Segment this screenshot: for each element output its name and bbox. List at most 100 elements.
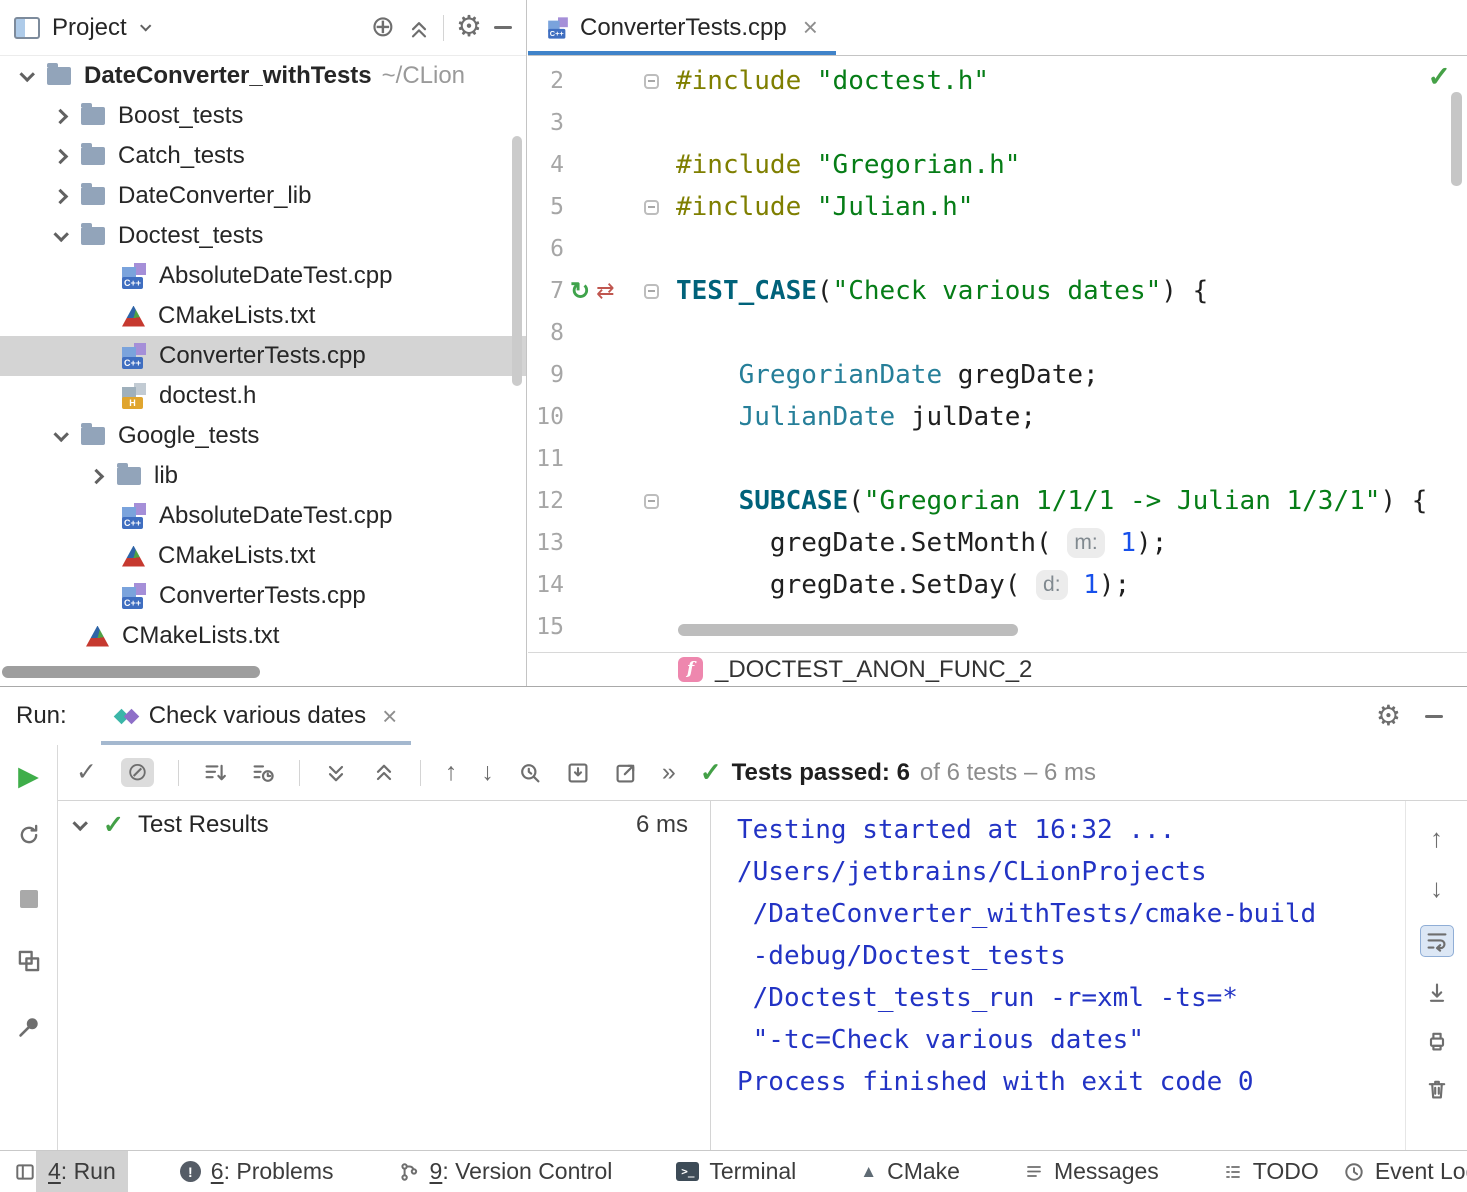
test-results-root-row[interactable]: ✓ Test Results 6 ms — [58, 801, 710, 849]
code-area[interactable]: 2 #include "doctest.h" 3 4 #include "Gre… — [528, 56, 1467, 652]
tree-item-cmakelists[interactable]: CMakeLists.txt — [0, 296, 526, 336]
editor-tab-convertertests[interactable]: C++ ConverterTests.cpp × — [528, 0, 836, 55]
test-console-output[interactable]: Testing started at 16:32 ... /Users/jetb… — [710, 801, 1406, 1150]
chevron-right-icon[interactable] — [53, 188, 69, 204]
tree-item-root-cmakelists[interactable]: CMakeLists.txt — [0, 616, 526, 656]
close-icon[interactable]: × — [803, 12, 818, 43]
console-line: /DateConverter_withTests/cmake-build — [737, 893, 1405, 935]
collapse-all-button[interactable] — [372, 761, 396, 785]
stop-button[interactable] — [20, 890, 38, 908]
import-test-results-button[interactable] — [566, 761, 590, 785]
chevron-down-icon[interactable] — [72, 815, 88, 831]
hide-panel-button[interactable] — [494, 26, 512, 29]
statusbar-run-tab[interactable]: 4: Run — [36, 1151, 128, 1192]
fold-marker-icon[interactable] — [644, 200, 659, 215]
tree-item-google-absolutedatetest-cpp[interactable]: C++ AbsoluteDateTest.cpp — [0, 496, 526, 536]
statusbar-terminal-tab[interactable]: >_ Terminal — [664, 1151, 808, 1192]
print-button[interactable] — [1425, 1029, 1449, 1053]
ide-window: Project ⊕ ⚙ DateConverter_withTests ~/CL… — [0, 0, 1467, 1192]
test-history-button[interactable] — [518, 761, 542, 785]
editor-vertical-scrollbar[interactable] — [1451, 92, 1462, 186]
tree-item-google-tests[interactable]: Google_tests — [0, 416, 526, 456]
rerun-button[interactable]: ▶ — [18, 761, 39, 792]
sort-by-duration-button[interactable] — [251, 761, 275, 785]
hide-panel-button[interactable] — [1425, 715, 1443, 718]
sort-alphabetically-button[interactable] — [203, 761, 227, 785]
settings-gear-button[interactable]: ⚙ — [456, 13, 482, 42]
toolwindow-switcher-icon[interactable] — [14, 1161, 36, 1183]
project-vertical-scrollbar[interactable] — [512, 136, 522, 386]
tree-item-root[interactable]: DateConverter_withTests ~/CLion — [0, 56, 526, 96]
project-panel-title[interactable]: Project — [52, 14, 127, 42]
code-line[interactable]: 4 #include "Gregorian.h" — [528, 144, 1467, 186]
inspections-ok-icon[interactable]: ✓ — [1428, 60, 1451, 93]
restore-layout-button[interactable] — [16, 948, 42, 974]
expand-all-button[interactable] — [324, 761, 348, 785]
tree-item-absolutedatetest-cpp[interactable]: C++ AbsoluteDateTest.cpp — [0, 256, 526, 296]
chevron-right-icon[interactable] — [53, 108, 69, 124]
code-line[interactable]: 9 GregorianDate gregDate; — [528, 354, 1467, 396]
rerun-arrows-icon[interactable]: ⇄ — [596, 278, 614, 304]
previous-occurrence-button[interactable]: ↑ — [445, 760, 458, 785]
tree-item-dateconverter-lib[interactable]: DateConverter_lib — [0, 176, 526, 216]
chevron-right-icon[interactable] — [89, 468, 105, 484]
rerun-failed-tests-button[interactable] — [16, 822, 42, 848]
statusbar-cmake-tab[interactable]: ▲ CMake — [848, 1151, 972, 1192]
fold-marker-icon[interactable] — [644, 284, 659, 299]
tree-item-catch-tests[interactable]: Catch_tests — [0, 136, 526, 176]
tree-item-doctest-h[interactable]: H doctest.h — [0, 376, 526, 416]
chevron-down-icon[interactable] — [53, 426, 69, 442]
code-line[interactable]: 10 JulianDate julDate; — [528, 396, 1467, 438]
run-test-gutter-icon[interactable]: ↻ — [570, 277, 590, 306]
project-panel: Project ⊕ ⚙ DateConverter_withTests ~/CL… — [0, 0, 527, 686]
close-icon[interactable]: × — [382, 701, 397, 732]
tree-item-lib[interactable]: lib — [0, 456, 526, 496]
statusbar-version-control-tab[interactable]: 9: Version Control — [386, 1151, 625, 1192]
code-line[interactable]: 12 SUBCASE("Gregorian 1/1/1 -> Julian 1/… — [528, 480, 1467, 522]
code-line[interactable]: 8 — [528, 312, 1467, 354]
show-ignored-button[interactable]: ⊘ — [121, 758, 154, 787]
chevron-right-icon[interactable] — [53, 148, 69, 164]
show-passed-button[interactable]: ✓ — [76, 760, 97, 785]
code-line[interactable]: 3 — [528, 102, 1467, 144]
tree-item-doctest-tests[interactable]: Doctest_tests — [0, 216, 526, 256]
statusbar-event-log[interactable]: Event Log — [1331, 1151, 1467, 1192]
up-stacktrace-button[interactable]: ↑ — [1430, 825, 1443, 851]
export-test-results-button[interactable] — [614, 761, 638, 785]
code-line[interactable]: 11 — [528, 438, 1467, 480]
code-line[interactable]: 7 ↻ ⇄ TEST_CASE("Check various dates") { — [528, 270, 1467, 312]
clear-all-button[interactable] — [1425, 1077, 1449, 1101]
next-occurrence-button[interactable]: ↓ — [481, 760, 494, 785]
tree-item-google-convertertests-cpp[interactable]: C++ ConverterTests.cpp — [0, 576, 526, 616]
tree-item-convertertests-cpp-selected[interactable]: C++ ConverterTests.cpp — [0, 336, 526, 376]
chevron-down-icon[interactable] — [53, 226, 69, 242]
locate-file-button[interactable]: ⊕ — [371, 13, 395, 42]
tree-item-google-cmakelists[interactable]: CMakeLists.txt — [0, 536, 526, 576]
editor-horizontal-scrollbar[interactable] — [678, 624, 1018, 636]
pin-tab-icon[interactable] — [16, 1014, 42, 1040]
tree-item-boost-tests[interactable]: Boost_tests — [0, 96, 526, 136]
code-line[interactable]: 13 gregDate.SetMonth( m: 1); — [528, 522, 1467, 564]
editor-panel: C++ ConverterTests.cpp × 2 #include "doc… — [528, 0, 1467, 686]
more-actions-button[interactable]: » — [662, 760, 676, 785]
collapse-all-button[interactable] — [407, 16, 431, 40]
code-line[interactable]: 6 — [528, 228, 1467, 270]
code-line[interactable]: 14 gregDate.SetDay( d: 1); — [528, 564, 1467, 606]
fold-marker-icon[interactable] — [644, 494, 659, 509]
statusbar-problems-tab[interactable]: ! 6: Problems — [168, 1151, 346, 1192]
breadcrumb-function-name[interactable]: _DOCTEST_ANON_FUNC_2 — [715, 656, 1032, 684]
chevron-down-icon[interactable] — [140, 20, 151, 31]
run-config-tab[interactable]: Check various dates × — [101, 687, 412, 745]
messages-icon — [1024, 1162, 1044, 1182]
scroll-to-end-button[interactable] — [1425, 981, 1449, 1005]
project-horizontal-scrollbar[interactable] — [2, 666, 260, 678]
code-line[interactable]: 2 #include "doctest.h" — [528, 60, 1467, 102]
settings-gear-button[interactable]: ⚙ — [1376, 702, 1401, 730]
chevron-down-icon[interactable] — [19, 66, 35, 82]
code-line[interactable]: 5 #include "Julian.h" — [528, 186, 1467, 228]
soft-wrap-button[interactable] — [1420, 925, 1454, 957]
fold-marker-icon[interactable] — [644, 74, 659, 89]
statusbar-messages-tab[interactable]: Messages — [1012, 1151, 1171, 1192]
down-stacktrace-button[interactable]: ↓ — [1430, 875, 1443, 901]
statusbar-todo-tab[interactable]: TODO — [1211, 1151, 1331, 1192]
